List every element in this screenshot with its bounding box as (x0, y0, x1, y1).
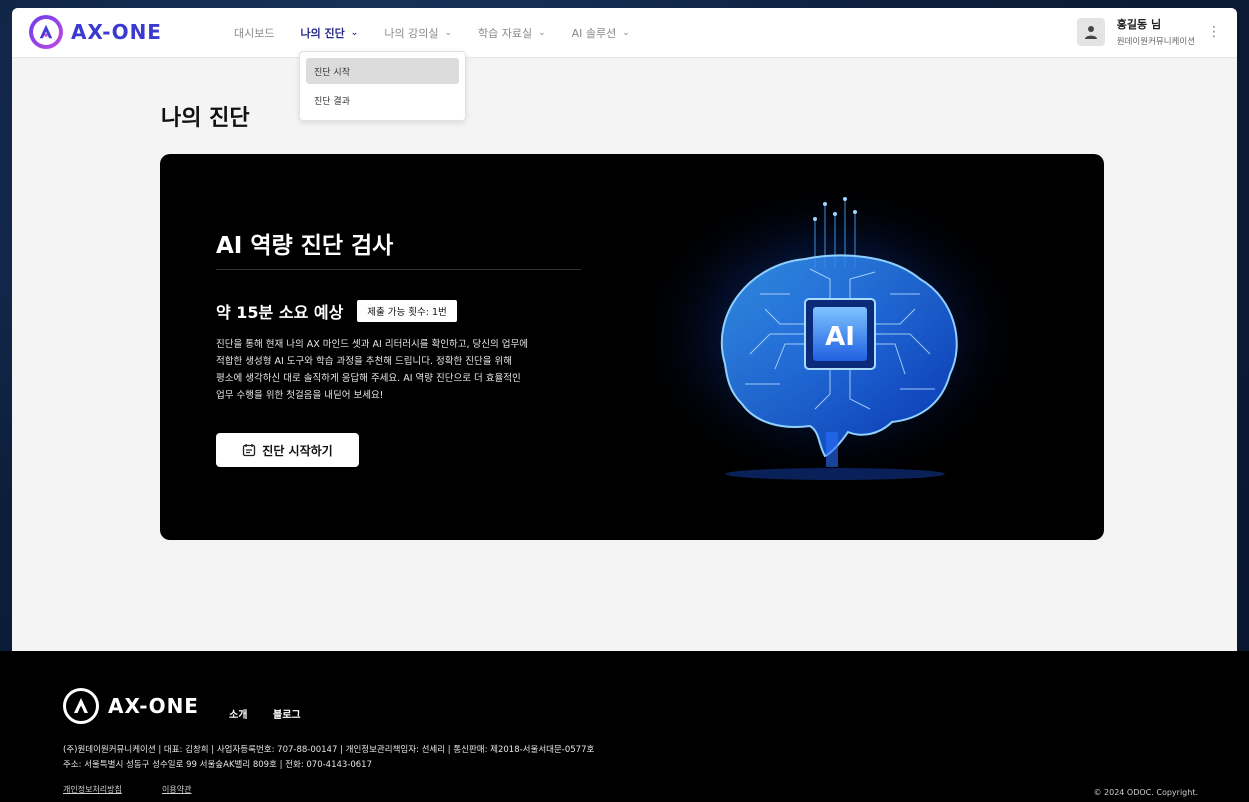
divider (216, 269, 581, 270)
brand-logo[interactable]: AX-ONE (29, 15, 162, 49)
company-info: (주)원데이원커뮤니케이션 | 대표: 김창희 | 사업자등록번호: 707-8… (63, 743, 594, 773)
nav-item-label: 대시보드 (234, 27, 275, 40)
nav-item-label: 학습 자료실 (478, 27, 533, 40)
dropdown-item-result[interactable]: 진단 결과 (306, 87, 459, 113)
diagnosis-dropdown: 진단 시작 진단 결과 (299, 51, 466, 121)
nav-item-label: 나의 강의실 (384, 27, 439, 40)
company-info-line: (주)원데이원커뮤니케이션 | 대표: 김창희 | 사업자등록번호: 707-8… (63, 745, 595, 755)
chevron-down-icon: ⌄ (538, 28, 546, 38)
footer: AX-ONE 소개 블로그 (주)원데이원커뮤니케이션 | 대표: 김창희 | … (0, 651, 1249, 802)
nav-item-label: AI 솔루션 (571, 27, 617, 40)
avatar[interactable] (1076, 17, 1105, 46)
chip-label: AI (825, 322, 855, 352)
nav-item-my-diagnosis[interactable]: 나의 진단 ⌄ (300, 25, 358, 41)
start-button-label: 진단 시작하기 (262, 443, 333, 458)
privacy-policy-link[interactable]: 개인정보처리방침 (63, 784, 122, 795)
nav-item-ai-solution[interactable]: AI 솔루션 ⌄ (572, 25, 630, 41)
user-org: 원데이원커뮤니케이션 (1116, 37, 1195, 47)
app-window: AX-ONE 대시보드 나의 진단 ⌄ 나의 강의실 ⌄ 학습 자료실 ⌄ AI… (12, 8, 1237, 651)
nav-item-dashboard[interactable]: 대시보드 (234, 25, 274, 41)
terms-link[interactable]: 이용약관 (162, 784, 191, 795)
footer-link-about[interactable]: 소개 (229, 706, 247, 721)
brand-name: AX-ONE (108, 694, 199, 718)
dropdown-item-start[interactable]: 진단 시작 (306, 58, 459, 84)
hero-title: AI 역량 진단 검사 (216, 233, 394, 259)
description-line: 적합한 생성형 AI 도구와 학습 과정을 추천해 드립니다. 정확한 진단을 … (216, 356, 512, 367)
company-info-line: 주소: 서울특별시 성동구 성수일로 99 서울숲AK밸리 809호 | 전화:… (63, 760, 373, 770)
calendar-edit-icon (243, 444, 256, 457)
attempts-badge: 제출 가능 횟수: 1번 (357, 300, 457, 322)
page-title: 나의 진단 (161, 106, 250, 131)
logo-icon (63, 688, 99, 724)
ai-brain-illustration: AI (630, 194, 1030, 504)
top-header: AX-ONE 대시보드 나의 진단 ⌄ 나의 강의실 ⌄ 학습 자료실 ⌄ AI… (12, 8, 1237, 58)
user-menu[interactable]: 홍길동 님 원데이원커뮤니케이션 ⋮ (1076, 16, 1221, 47)
logo-icon (29, 15, 63, 49)
nav-item-label: 나의 진단 (300, 27, 345, 40)
diagnosis-hero-card: AI 역량 진단 검사 약 15분 소요 예상 제출 가능 횟수: 1번 진단을… (160, 154, 1104, 540)
description-line: 업무 수행을 위한 첫걸음을 내딛어 보세요! (216, 390, 384, 401)
nav-item-resources[interactable]: 학습 자료실 ⌄ (478, 25, 546, 41)
user-name: 홍길동 님 (1116, 18, 1162, 31)
footer-logo[interactable]: AX-ONE (63, 688, 199, 724)
user-icon (1084, 25, 1097, 39)
nav-item-my-classroom[interactable]: 나의 강의실 ⌄ (384, 25, 452, 41)
description-line: 진단을 통해 현재 나의 AX 마인드 셋과 AI 리터러시를 확인하고, 당신… (216, 339, 529, 350)
chevron-down-icon: ⌄ (350, 28, 359, 38)
brand-name: AX-ONE (71, 20, 162, 44)
hero-description: 진단을 통해 현재 나의 AX 마인드 셋과 AI 리터러시를 확인하고, 당신… (216, 336, 616, 404)
chevron-down-icon: ⌄ (444, 28, 452, 38)
description-line: 평소에 생각하신 대로 솔직하게 응답해 주세요. AI 역량 진단으로 더 효… (216, 373, 521, 384)
footer-link-blog[interactable]: 블로그 (273, 706, 301, 721)
chevron-down-icon: ⌄ (622, 28, 630, 38)
more-menu-icon[interactable]: ⋮ (1207, 25, 1221, 39)
duration-text: 약 15분 소요 예상 (216, 303, 344, 322)
copyright: © 2024 ODOC. Copyright. (1093, 788, 1198, 797)
start-diagnosis-button[interactable]: 진단 시작하기 (216, 433, 359, 467)
